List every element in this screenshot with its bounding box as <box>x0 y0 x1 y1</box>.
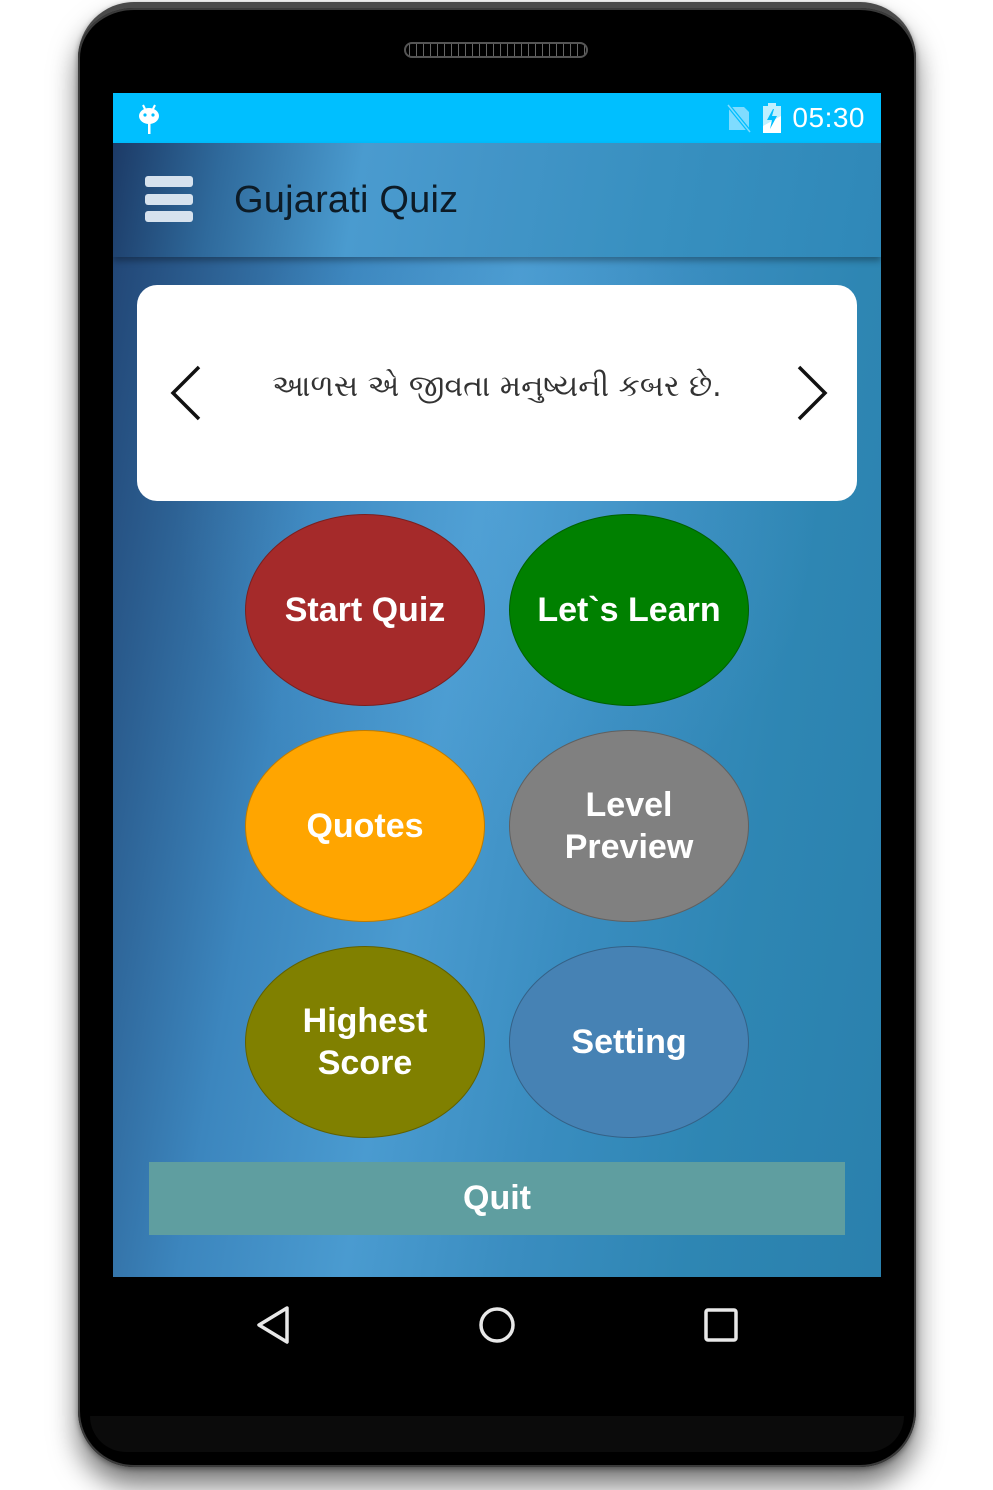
button-label: Quotes <box>306 807 424 845</box>
quit-button[interactable]: Quit <box>149 1162 845 1235</box>
app-toolbar: Gujarati Quiz <box>113 143 881 257</box>
back-triangle-icon[interactable] <box>251 1303 295 1347</box>
lets-learn-button[interactable]: Let`s Learn <box>509 514 749 706</box>
chevron-right-icon[interactable] <box>791 363 831 423</box>
home-circle-icon[interactable] <box>475 1303 519 1347</box>
level-preview-button[interactable]: Level Preview <box>509 730 749 922</box>
earpiece-speaker <box>404 42 588 58</box>
button-label-line: Preview <box>564 828 694 866</box>
hamburger-menu-icon[interactable] <box>145 176 193 222</box>
system-nav-bar <box>113 1277 881 1373</box>
app-screen: 05:30 Gujarati Quiz આળસ એ જીવતા મનુષ્યની… <box>113 93 881 1277</box>
status-time: 05:30 <box>792 102 865 133</box>
phone-chin <box>90 1416 904 1452</box>
button-label: Setting <box>571 1023 687 1061</box>
quote-card: આળસ એ જીવતા મનુષ્યની કબર છે. <box>137 285 857 501</box>
recents-square-icon[interactable] <box>699 1303 743 1347</box>
menu-bar <box>145 193 193 205</box>
quote-text: આળસ એ જીવતા મનુષ્યની કબર છે. <box>272 369 722 404</box>
setting-button[interactable]: Setting <box>509 946 749 1138</box>
button-label-line: Highest <box>302 1002 428 1040</box>
button-label-line: Score <box>317 1044 413 1082</box>
status-icons: 05:30 <box>726 93 865 143</box>
start-quiz-button[interactable]: Start Quiz <box>245 514 485 706</box>
button-label: Start Quiz <box>284 591 446 629</box>
android-debug-icon <box>139 104 159 134</box>
app-title: Gujarati Quiz <box>234 179 459 221</box>
highest-score-button[interactable]: Highest Score <box>245 946 485 1138</box>
menu-bar <box>145 176 193 187</box>
chevron-left-icon[interactable] <box>167 363 207 423</box>
menu-bar <box>145 211 193 222</box>
battery-charging-icon <box>763 103 782 133</box>
button-label: Let`s Learn <box>537 591 721 629</box>
button-label-line: Level <box>585 786 673 824</box>
quotes-button[interactable]: Quotes <box>245 730 485 922</box>
no-sim-icon <box>726 103 752 133</box>
status-bar: 05:30 <box>113 93 881 143</box>
